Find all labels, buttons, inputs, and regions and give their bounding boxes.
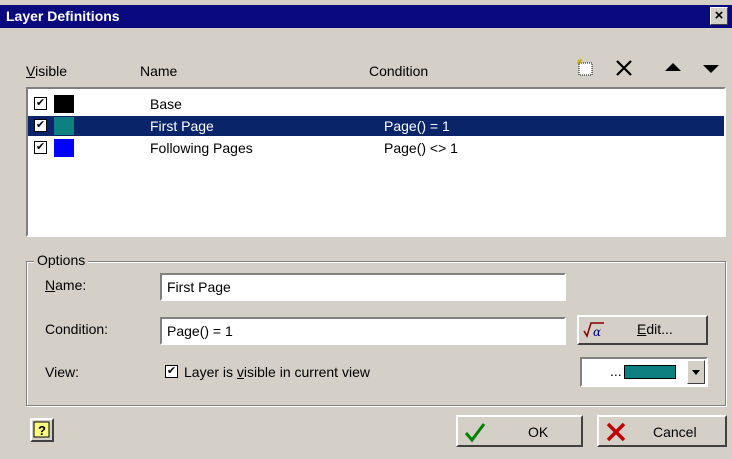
delete-icon[interactable] — [612, 56, 636, 80]
column-header-name: Name — [140, 63, 178, 79]
name-label: Name: — [45, 277, 86, 293]
column-header-condition: Condition — [369, 63, 429, 79]
name-field[interactable]: First Page — [160, 273, 566, 301]
selected-color-swatch — [624, 365, 676, 379]
move-down-icon[interactable] — [699, 56, 723, 80]
visible-header-rest: isible — [35, 63, 67, 79]
list-item[interactable]: ✔ Base — [28, 94, 724, 114]
condition-field[interactable]: Page() = 1 — [160, 317, 566, 345]
checkmark-icon — [464, 423, 486, 443]
visible-checkbox[interactable]: ✔ — [34, 141, 47, 154]
view-label: View: — [45, 364, 79, 380]
visible-checkbox[interactable]: ✔ — [34, 97, 47, 110]
color-dots: ... — [610, 363, 622, 379]
view-visible-checkbox[interactable]: ✔ — [165, 365, 178, 378]
visible-header-mnemonic: V — [26, 63, 36, 79]
chevron-down-icon — [692, 370, 700, 375]
cancel-button[interactable]: Cancel — [597, 415, 727, 447]
title-bar[interactable]: Layer Definitions × — [0, 5, 732, 28]
layer-color-swatch — [54, 95, 74, 113]
options-group-label: Options — [34, 252, 89, 268]
dropdown-arrow-button[interactable] — [687, 360, 705, 384]
edit-label-mnemonic: E — [637, 321, 647, 337]
column-header-visible: Visible — [26, 63, 67, 79]
layer-color-dropdown[interactable]: ... — [580, 357, 708, 387]
layer-color-swatch — [54, 139, 74, 157]
cancel-x-icon — [606, 422, 626, 442]
new-layer-icon[interactable] — [574, 56, 598, 80]
layer-condition: Page() <> 1 — [384, 140, 458, 156]
list-item[interactable]: ✔ Following Pages Page() <> 1 — [28, 138, 724, 158]
svg-text:α: α — [593, 325, 601, 338]
name-label-rest: ame: — [55, 277, 87, 293]
view-label-part1: Layer is — [184, 364, 237, 380]
close-button[interactable]: × — [710, 7, 728, 25]
view-label-mnemonic: v — [236, 364, 244, 380]
layer-condition: Page() = 1 — [384, 118, 450, 134]
list-item-selected[interactable]: ✔ First Page Page() = 1 — [28, 116, 724, 136]
layer-name: First Page — [150, 118, 214, 134]
move-up-icon[interactable] — [661, 56, 685, 80]
ok-button[interactable]: OK — [456, 415, 583, 447]
dialog-title: Layer Definitions — [6, 8, 120, 24]
layer-list[interactable]: ✔ Base ✔ First Page Page() = 1 ✔ Followi… — [26, 87, 726, 237]
name-label-mnemonic: N — [45, 277, 56, 293]
help-button[interactable]: ? — [30, 418, 54, 442]
formula-icon: α — [583, 322, 604, 338]
cancel-label: Cancel — [653, 424, 697, 440]
layer-name: Base — [150, 96, 182, 112]
layer-name: Following Pages — [150, 140, 253, 156]
condition-label: Condition: — [45, 321, 109, 337]
view-label-part2: isible in current view — [243, 364, 370, 380]
ok-label: OK — [528, 424, 549, 440]
edit-label-rest: dit... — [646, 321, 673, 337]
edit-condition-button[interactable]: α Edit... — [577, 315, 708, 345]
view-checkbox-label[interactable]: Layer is visible in current view — [184, 364, 370, 380]
visible-checkbox[interactable]: ✔ — [34, 119, 47, 132]
layer-color-swatch — [54, 117, 74, 135]
help-icon: ? — [33, 421, 50, 438]
layer-definitions-dialog: Layer Definitions × Visible Name Conditi… — [0, 0, 732, 459]
edit-label: Edit... — [637, 321, 673, 337]
svg-text:?: ? — [38, 423, 46, 438]
